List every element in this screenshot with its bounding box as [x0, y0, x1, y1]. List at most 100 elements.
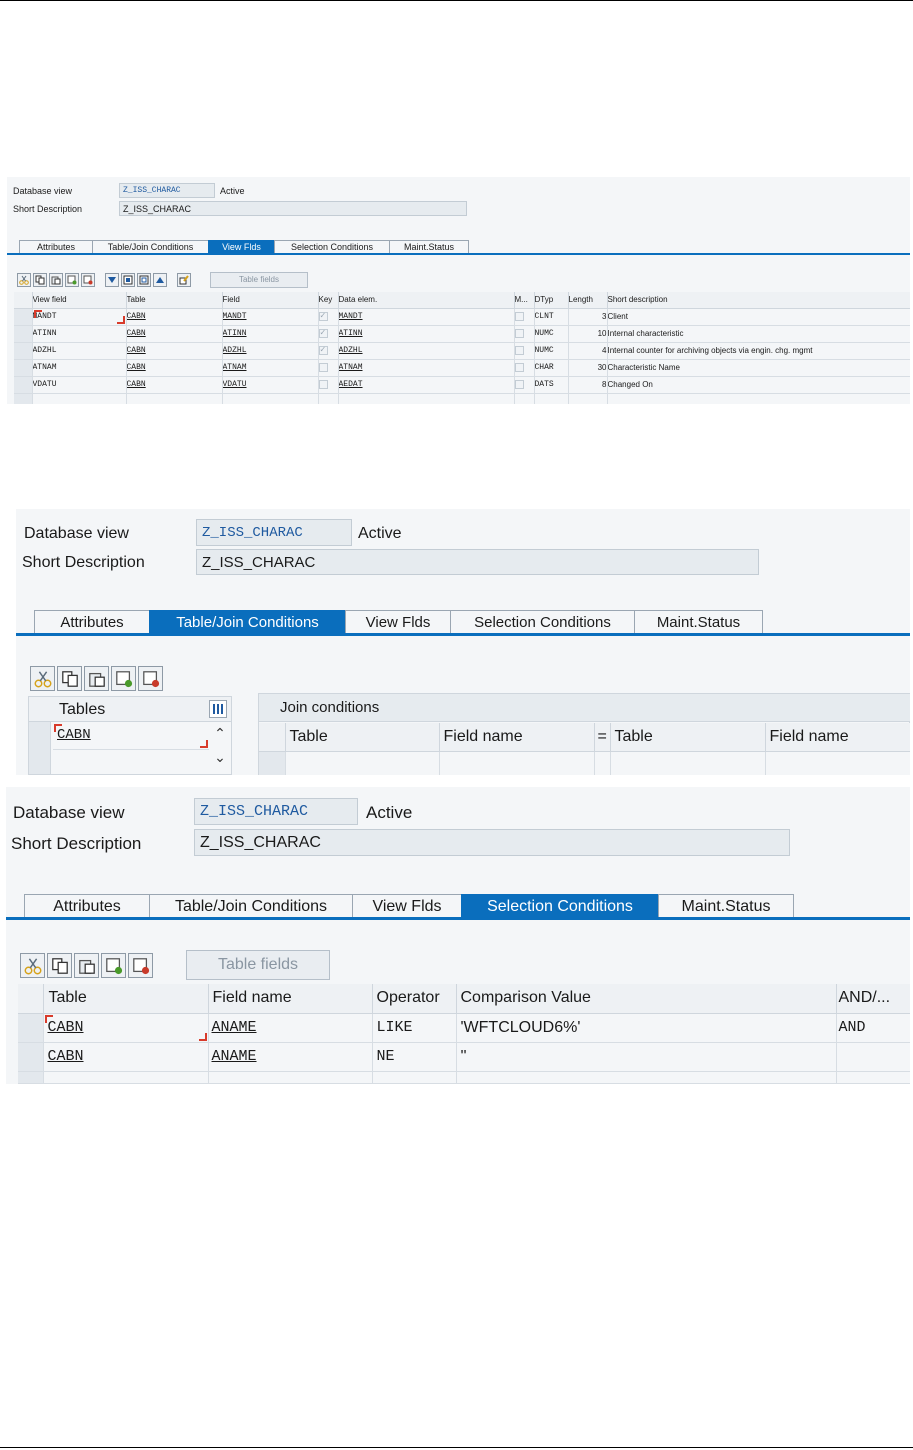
field-cell[interactable]: ATINN — [222, 325, 319, 343]
operator-cell[interactable] — [372, 1071, 457, 1084]
paste-icon[interactable] — [49, 273, 63, 287]
data-elem-cell[interactable]: ADZHL — [338, 342, 515, 360]
key-checkbox[interactable] — [318, 328, 328, 339]
view-field-cell[interactable]: ATINN — [32, 325, 127, 343]
col-short-description[interactable]: Short description — [607, 292, 910, 309]
view-field-cell[interactable] — [32, 393, 127, 404]
col-dtyp[interactable]: DTyp — [534, 292, 569, 309]
paste-icon[interactable] — [84, 666, 109, 691]
m-checkbox[interactable] — [514, 380, 524, 390]
column-settings-icon[interactable] — [209, 700, 227, 718]
and-or-cell[interactable] — [836, 1042, 910, 1072]
col-table[interactable]: Table — [285, 723, 440, 752]
key-checkbox[interactable] — [318, 363, 328, 373]
short-desc-input[interactable]: Z_ISS_CHARAC — [194, 829, 790, 856]
col-operator[interactable]: Operator — [372, 984, 457, 1014]
table-list-item-empty[interactable] — [53, 751, 209, 775]
operator-cell[interactable]: NE — [372, 1042, 457, 1072]
m-cell[interactable] — [514, 393, 535, 404]
table-cell[interactable]: CABN — [43, 1042, 209, 1072]
key-checkbox[interactable] — [318, 311, 328, 322]
view-field-cell[interactable]: ADZHL — [32, 342, 127, 360]
field-cell[interactable]: ATNAM — [222, 359, 319, 377]
data-elem-cell[interactable]: ATINN — [338, 325, 515, 343]
operator-cell[interactable]: LIKE — [372, 1013, 457, 1043]
delete-row-icon[interactable] — [81, 273, 95, 287]
tab-selection-conditions[interactable]: Selection Conditions — [461, 894, 659, 918]
insert-row-icon[interactable] — [65, 273, 79, 287]
tab-view-flds[interactable]: View Flds — [352, 894, 462, 918]
view-field-cell[interactable]: ATNAM — [32, 359, 127, 377]
data-elem-cell[interactable] — [338, 393, 515, 404]
row-selector[interactable] — [18, 1071, 44, 1084]
table-cell[interactable] — [126, 393, 223, 404]
m-cell[interactable] — [514, 325, 535, 343]
key-cell[interactable] — [318, 359, 339, 377]
short-desc-input[interactable]: Z_ISS_CHARAC — [119, 201, 467, 216]
key-cell[interactable] — [318, 325, 339, 343]
tab-maint-status[interactable]: Maint.Status — [634, 610, 763, 634]
tab-maint-status[interactable]: Maint.Status — [389, 240, 469, 253]
table-fields-button[interactable]: Table fields — [186, 950, 330, 980]
copy-icon[interactable] — [33, 273, 47, 287]
join-field-cell[interactable] — [439, 751, 595, 775]
tab-table-join-conditions[interactable]: Table/Join Conditions — [92, 240, 209, 253]
insert-row-icon[interactable] — [101, 953, 126, 978]
copy-icon[interactable] — [57, 666, 82, 691]
key-cell[interactable] — [318, 308, 339, 326]
col-field-name[interactable]: Field name — [439, 723, 595, 752]
m-checkbox[interactable] — [514, 329, 524, 339]
col-field-name-2[interactable]: Field name — [765, 723, 910, 752]
tab-table-join-conditions[interactable]: Table/Join Conditions — [149, 610, 346, 634]
row-selector[interactable] — [14, 359, 33, 377]
row-selector[interactable] — [14, 376, 33, 394]
scroll-up-icon[interactable]: ⌃ — [211, 725, 229, 743]
filter-icon[interactable] — [105, 273, 119, 287]
db-view-input[interactable]: Z_ISS_CHARAC — [196, 519, 352, 546]
tab-attributes[interactable]: Attributes — [34, 610, 150, 634]
table-cell[interactable]: CABN — [126, 359, 223, 377]
scroll-down-icon[interactable]: ⌄ — [211, 749, 229, 767]
row-selector[interactable] — [14, 325, 33, 343]
col-table-2[interactable]: Table — [610, 723, 766, 752]
view-field-cell[interactable]: VDATU — [32, 376, 127, 394]
table-cell[interactable]: CABN — [126, 308, 223, 326]
key-checkbox[interactable] — [318, 345, 328, 356]
row-selector[interactable] — [14, 342, 33, 360]
col-m[interactable]: M... — [514, 292, 535, 309]
tab-table-join-conditions[interactable]: Table/Join Conditions — [149, 894, 353, 918]
tab-maint-status[interactable]: Maint.Status — [658, 894, 794, 918]
key-cell[interactable] — [318, 393, 339, 404]
row-selector[interactable] — [14, 308, 33, 326]
m-checkbox[interactable] — [514, 363, 524, 373]
field-name-cell[interactable] — [208, 1071, 373, 1084]
paste-icon[interactable] — [74, 953, 99, 978]
data-elem-cell[interactable]: MANDT — [338, 308, 515, 326]
tab-attributes[interactable]: Attributes — [19, 240, 93, 253]
insert-row-icon[interactable] — [111, 666, 136, 691]
col-field[interactable]: Field — [222, 292, 319, 309]
col-equals[interactable]: = — [594, 723, 611, 752]
db-view-input[interactable]: Z_ISS_CHARAC — [194, 798, 358, 825]
col-view-field[interactable]: View field — [32, 292, 127, 309]
table-list-item[interactable]: CABN — [53, 723, 209, 750]
and-or-cell[interactable] — [836, 1071, 910, 1084]
data-elem-cell[interactable]: AEDAT — [338, 376, 515, 394]
col-field-name[interactable]: Field name — [208, 984, 373, 1014]
short-desc-input[interactable]: Z_ISS_CHARAC — [196, 549, 759, 575]
tab-view-flds[interactable]: View Flds — [345, 610, 451, 634]
field-name-cell[interactable]: ANAME — [208, 1042, 373, 1072]
m-cell[interactable] — [514, 376, 535, 394]
cut-icon[interactable] — [20, 953, 45, 978]
row-selector[interactable] — [18, 1042, 44, 1072]
comparison-value-cell[interactable] — [456, 1071, 837, 1084]
key-cell[interactable] — [318, 342, 339, 360]
col-data-elem[interactable]: Data elem. — [338, 292, 515, 309]
tab-selection-conditions[interactable]: Selection Conditions — [274, 240, 390, 253]
and-or-cell[interactable]: AND — [836, 1013, 910, 1043]
table-cell[interactable]: CABN — [126, 376, 223, 394]
tab-attributes[interactable]: Attributes — [24, 894, 150, 918]
join-table-cell[interactable] — [285, 751, 440, 775]
delete-row-icon[interactable] — [128, 953, 153, 978]
select-all-icon[interactable] — [121, 273, 135, 287]
